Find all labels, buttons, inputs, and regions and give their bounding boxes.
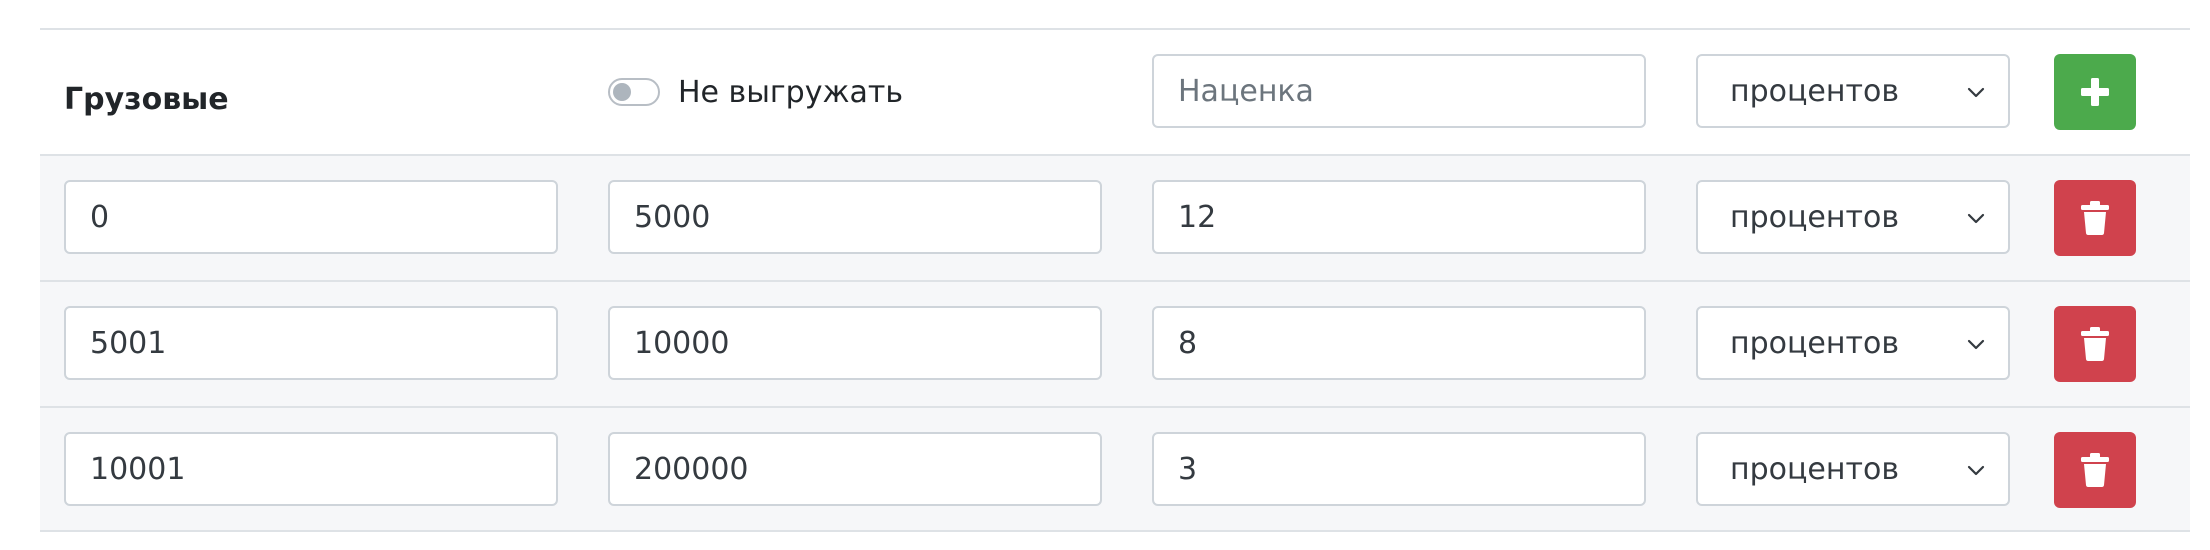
range-to-input[interactable] (608, 306, 1102, 380)
chevron-down-icon (1967, 213, 1985, 224)
range-from-input[interactable] (64, 432, 558, 506)
chevron-down-icon (1967, 339, 1985, 350)
unit-select-value: процентов (1730, 73, 1900, 109)
range-row: процентов (40, 406, 2190, 532)
header-row: Грузовые Не выгружать процентов (40, 28, 2190, 154)
delete-row-button[interactable] (2054, 432, 2136, 508)
markup-value-input[interactable] (1152, 306, 1646, 380)
delete-row-button[interactable] (2054, 180, 2136, 256)
unit-select-value: процентов (1730, 451, 1900, 487)
range-to-input[interactable] (608, 180, 1102, 254)
add-row-button[interactable] (2054, 54, 2136, 130)
category-title: Грузовые (64, 82, 229, 117)
unit-select[interactable]: процентов (1696, 432, 2010, 506)
markup-value-input[interactable] (1152, 432, 1646, 506)
trash-icon (2081, 327, 2109, 361)
toggle-knob (613, 83, 631, 101)
markup-table: Грузовые Не выгружать процентов процен (40, 28, 2190, 532)
unit-select-value: процентов (1730, 199, 1900, 235)
chevron-down-icon (1967, 87, 1985, 98)
unit-select[interactable]: процентов (1696, 54, 2010, 128)
plus-icon (2081, 78, 2109, 106)
unit-select-value: процентов (1730, 325, 1900, 361)
range-row: процентов (40, 280, 2190, 406)
trash-icon (2081, 201, 2109, 235)
trash-icon (2081, 453, 2109, 487)
unit-select[interactable]: процентов (1696, 180, 2010, 254)
chevron-down-icon (1967, 465, 1985, 476)
no-export-toggle[interactable]: Не выгружать (608, 62, 903, 122)
range-row: процентов (40, 154, 2190, 280)
markup-input[interactable] (1152, 54, 1646, 128)
range-from-input[interactable] (64, 306, 558, 380)
markup-value-input[interactable] (1152, 180, 1646, 254)
range-from-input[interactable] (64, 180, 558, 254)
delete-row-button[interactable] (2054, 306, 2136, 382)
toggle-switch[interactable] (608, 78, 660, 106)
toggle-label: Не выгружать (678, 74, 904, 110)
range-to-input[interactable] (608, 432, 1102, 506)
unit-select[interactable]: процентов (1696, 306, 2010, 380)
